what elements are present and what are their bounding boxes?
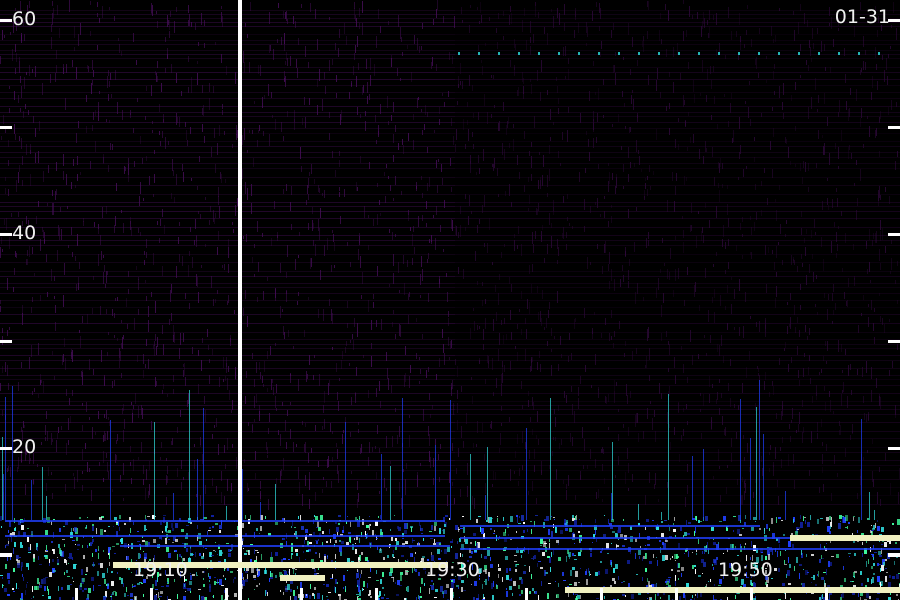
x-tick	[450, 588, 453, 600]
x-tick	[150, 588, 153, 600]
date-label: 01-31	[834, 6, 890, 28]
x-tick	[675, 588, 678, 600]
x-tick	[600, 588, 603, 600]
event-bar	[280, 575, 325, 581]
x-tick-label: 19:50	[718, 559, 773, 581]
y-tick-left	[0, 447, 12, 450]
x-tick	[525, 588, 528, 600]
y-tick-right	[888, 553, 900, 556]
y-tick-right	[888, 447, 900, 450]
y-tick-label: 20	[12, 436, 37, 458]
y-tick-left	[0, 340, 12, 343]
x-tick-label: 19:10	[133, 559, 188, 581]
event-vertical-line	[238, 0, 242, 600]
x-tick	[750, 588, 753, 600]
event-bar	[790, 535, 900, 541]
y-tick-right	[888, 126, 900, 129]
y-tick-label: 60	[12, 8, 37, 30]
y-tick-left	[0, 126, 12, 129]
y-tick-label: 40	[12, 222, 37, 244]
x-tick	[300, 588, 303, 600]
y-tick-left	[0, 553, 12, 556]
x-tick	[225, 588, 228, 600]
y-tick-left	[0, 233, 12, 236]
y-tick-right	[888, 340, 900, 343]
y-tick-left	[0, 19, 12, 22]
spectrogram-chart	[0, 0, 900, 600]
x-tick	[825, 588, 828, 600]
y-tick-right	[888, 233, 900, 236]
x-tick	[375, 588, 378, 600]
x-tick-label: 19:30	[425, 559, 480, 581]
event-bar	[565, 587, 900, 593]
x-tick	[75, 588, 78, 600]
